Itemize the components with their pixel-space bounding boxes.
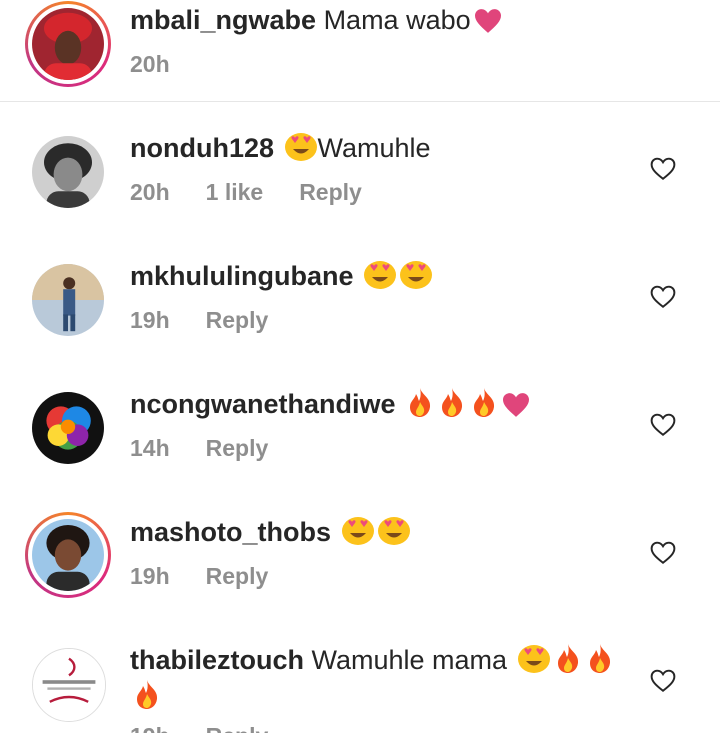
heart-eyes-emoji-icon [377,514,411,555]
comment-meta: 14h Reply [130,434,304,462]
fire-emoji-icon [469,386,499,427]
like-heart-icon[interactable] [650,413,676,437]
comment-line-wrap [130,678,162,715]
comment-row: mashoto_thobs 19h Reply [0,486,720,614]
post-caption: mbali_ngwabe Mama wabo 20h [0,0,720,102]
comment-text: Wamuhle mama [311,645,508,675]
fire-emoji-icon [585,642,615,683]
avatar-mkhululingubane[interactable] [32,264,104,336]
timestamp: 20h [130,179,170,205]
avatar-ncongwanethandiwe[interactable] [32,392,104,464]
avatar-image [32,519,104,591]
username[interactable]: nonduh128 [130,133,274,163]
reply-button[interactable]: Reply [206,563,269,589]
comment-line: mashoto_thobs [130,514,640,555]
heart-eyes-emoji-icon [341,514,375,555]
like-heart-icon[interactable] [650,669,676,693]
comment-row: ncongwanethandiwe 14h Reply [0,358,720,486]
avatar-mbali-ngwabe[interactable] [25,1,111,87]
caption-line: mbali_ngwabe Mama wabo [130,2,640,43]
comment-row: nonduh128 Wamuhle 20h 1 like Reply [0,102,720,230]
comment-line: mkhululingubane [130,258,640,299]
avatar-image [32,392,104,464]
heart-eyes-emoji-icon [517,642,551,683]
fire-emoji-icon [437,386,467,427]
avatar-mashoto-thobs[interactable] [25,512,111,598]
like-heart-icon[interactable] [650,285,676,309]
fire-emoji-icon [553,642,583,683]
username[interactable]: mbali_ngwabe [130,5,316,35]
caption-text: Mama wabo [323,5,471,35]
timestamp: 19h [130,307,170,333]
fire-emoji-icon [405,386,435,427]
like-heart-icon[interactable] [650,157,676,181]
reply-button[interactable]: Reply [206,723,269,733]
avatar-image [32,136,104,208]
reply-button[interactable]: Reply [206,307,269,333]
comment-text: Wamuhle [317,133,431,163]
heart-emoji-icon [501,391,531,427]
username[interactable]: mkhululingubane [130,261,354,291]
comment-line: thabileztouch Wamuhle mama [130,642,640,683]
fire-emoji-icon [132,678,162,715]
heart-eyes-emoji-icon [399,258,433,299]
comment-meta: 19h Reply [130,562,304,590]
comment-meta: 19h Reply [130,306,304,334]
avatar-image [32,8,104,80]
comment-meta: 20h 1 like Reply [130,178,398,206]
like-count[interactable]: 1 like [206,179,264,205]
caption-meta: 20h [130,50,206,78]
comment-line: ncongwanethandiwe [130,386,640,427]
username[interactable]: mashoto_thobs [130,517,331,547]
avatar-image [33,649,105,721]
timestamp: 19h [130,723,170,733]
reply-button[interactable]: Reply [206,435,269,461]
heart-emoji-icon [473,7,503,43]
like-heart-icon[interactable] [650,541,676,565]
avatar-image [32,264,104,336]
avatar-thabileztouch[interactable] [32,648,106,722]
timestamp: 14h [130,435,170,461]
comment-line: nonduh128 Wamuhle [130,130,640,171]
username[interactable]: ncongwanethandiwe [130,389,396,419]
comment-meta: 19h Reply [130,722,304,733]
timestamp: 20h [130,51,170,77]
reply-button[interactable]: Reply [299,179,362,205]
username[interactable]: thabileztouch [130,645,304,675]
timestamp: 19h [130,563,170,589]
heart-eyes-emoji-icon [363,258,397,299]
comment-row: mkhululingubane 19h Reply [0,230,720,358]
heart-eyes-emoji-icon [284,130,318,171]
comment-row: thabileztouch Wamuhle mama 19h Reply [0,614,720,733]
avatar-nonduh128[interactable] [32,136,104,208]
